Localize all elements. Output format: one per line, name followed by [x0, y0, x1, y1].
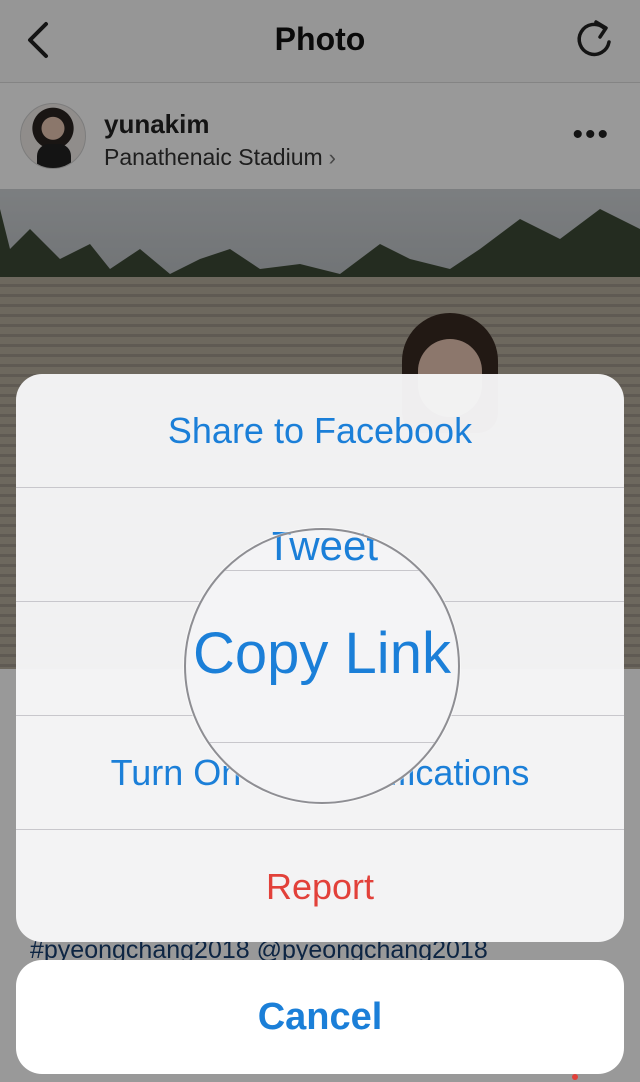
report-button[interactable]: Report [16, 830, 624, 942]
magnified-tweet-text: Tweet [265, 528, 379, 569]
magnified-divider [186, 742, 458, 743]
notification-dot [572, 1074, 578, 1080]
magnifier-loupe: Tweet Copy Link [184, 528, 460, 804]
magnified-copy-link-text: Copy Link [193, 621, 451, 686]
share-to-facebook-button[interactable]: Share to Facebook [16, 374, 624, 488]
magnified-divider [186, 570, 458, 571]
cancel-button[interactable]: Cancel [16, 960, 624, 1074]
